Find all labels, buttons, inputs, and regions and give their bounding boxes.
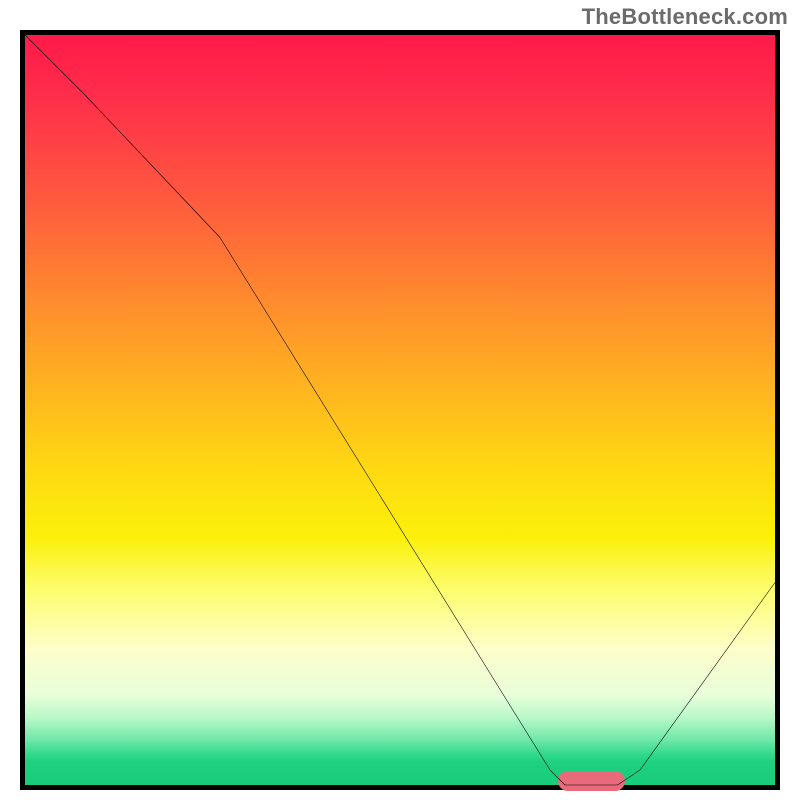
watermark-label: TheBottleneck.com: [582, 4, 788, 30]
bottleneck-curve: [25, 35, 775, 785]
chart-stage: TheBottleneck.com: [0, 0, 800, 800]
chart-frame: [20, 30, 780, 790]
